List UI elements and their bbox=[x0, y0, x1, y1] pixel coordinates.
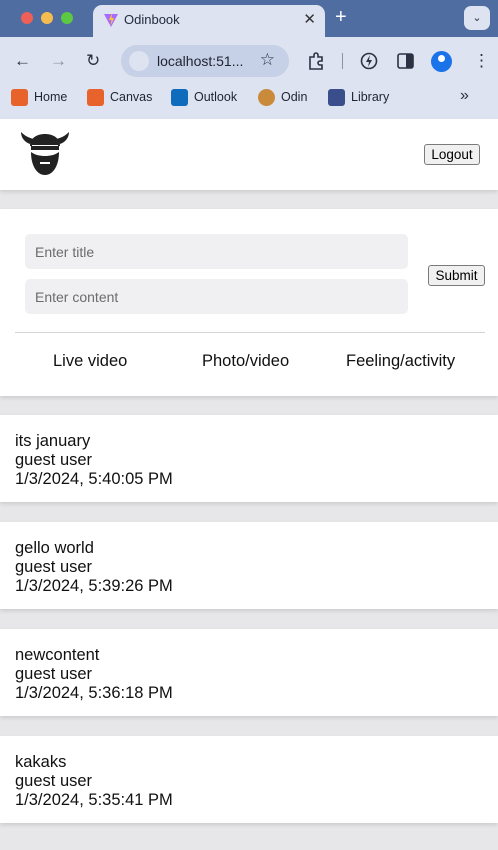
post-title: its january bbox=[15, 432, 91, 450]
outlook-bookmark-icon bbox=[171, 89, 188, 106]
post-title: kakaks bbox=[15, 753, 67, 771]
forward-arrow-icon[interactable]: → bbox=[50, 51, 67, 71]
browser-chrome: Odinbook ✕ + ⌄ ← → ↻ localhost:51... ☆ ⋮… bbox=[0, 0, 498, 119]
minimize-window-button[interactable] bbox=[41, 12, 53, 24]
post-card: newcontent guest user 1/3/2024, 5:36:18 … bbox=[0, 629, 498, 716]
tab-search-chevron-icon[interactable]: ⌄ bbox=[464, 6, 490, 30]
post-composer: Submit Live video Photo/video Feeling/ac… bbox=[0, 209, 498, 396]
post-card: gello world guest user 1/3/2024, 5:39:26… bbox=[0, 522, 498, 609]
profile-avatar-icon[interactable] bbox=[431, 51, 452, 72]
viking-logo-icon[interactable] bbox=[19, 130, 71, 176]
back-arrow-icon[interactable]: ← bbox=[14, 51, 31, 71]
post-card: its january guest user 1/3/2024, 5:40:05… bbox=[0, 415, 498, 502]
reload-icon[interactable]: ↻ bbox=[86, 51, 100, 71]
content-input[interactable] bbox=[25, 279, 408, 314]
title-input[interactable] bbox=[25, 234, 408, 269]
maximize-window-button[interactable] bbox=[61, 12, 73, 24]
post-date: 1/3/2024, 5:35:41 PM bbox=[15, 791, 173, 809]
post-date: 1/3/2024, 5:39:26 PM bbox=[15, 577, 173, 595]
app-header: Logout bbox=[0, 119, 498, 190]
post-author: guest user bbox=[15, 558, 93, 576]
browser-tab[interactable]: Odinbook ✕ bbox=[93, 5, 325, 37]
post-author: guest user bbox=[15, 772, 93, 790]
new-tab-icon[interactable]: + bbox=[335, 6, 347, 29]
home-bookmark-icon bbox=[11, 89, 28, 106]
menu-kebab-icon[interactable]: ⋮ bbox=[473, 51, 490, 71]
submit-button[interactable]: Submit bbox=[428, 265, 485, 286]
logout-button[interactable]: Logout bbox=[424, 144, 480, 165]
composer-divider bbox=[15, 332, 485, 333]
more-bookmarks-icon[interactable]: » bbox=[460, 87, 469, 105]
photo-video-action[interactable]: Photo/video bbox=[202, 352, 289, 371]
performance-icon[interactable] bbox=[360, 52, 378, 70]
canvas-bookmark-icon bbox=[87, 89, 104, 106]
odin-bookmark-icon bbox=[258, 89, 275, 106]
title-bar: Odinbook ✕ + ⌄ bbox=[0, 0, 498, 37]
side-panel-icon[interactable] bbox=[397, 53, 414, 69]
tab-close-icon[interactable]: ✕ bbox=[303, 10, 316, 28]
vite-favicon-icon bbox=[104, 13, 118, 27]
url-text[interactable]: localhost:51... bbox=[157, 53, 243, 69]
post-date: 1/3/2024, 5:40:05 PM bbox=[15, 470, 173, 488]
bookmark-star-icon[interactable]: ☆ bbox=[260, 50, 275, 70]
page-content: Logout Submit Live video Photo/video Fee… bbox=[0, 119, 498, 850]
extensions-puzzle-icon[interactable] bbox=[307, 52, 325, 70]
site-info-icon[interactable] bbox=[129, 51, 149, 71]
feeling-activity-action[interactable]: Feeling/activity bbox=[346, 352, 455, 371]
post-author: guest user bbox=[15, 451, 93, 469]
address-bar[interactable]: localhost:51... ☆ bbox=[121, 45, 289, 77]
close-window-button[interactable] bbox=[21, 12, 33, 24]
tab-title: Odinbook bbox=[124, 12, 180, 27]
library-bookmark-icon bbox=[328, 89, 345, 106]
post-title: newcontent bbox=[15, 646, 100, 664]
live-video-action[interactable]: Live video bbox=[53, 352, 127, 371]
post-date: 1/3/2024, 5:36:18 PM bbox=[15, 684, 173, 702]
post-author: guest user bbox=[15, 665, 93, 683]
post-card: kakaks guest user 1/3/2024, 5:35:41 PM bbox=[0, 736, 498, 823]
toolbar-divider bbox=[342, 53, 343, 69]
post-title: gello world bbox=[15, 539, 94, 557]
